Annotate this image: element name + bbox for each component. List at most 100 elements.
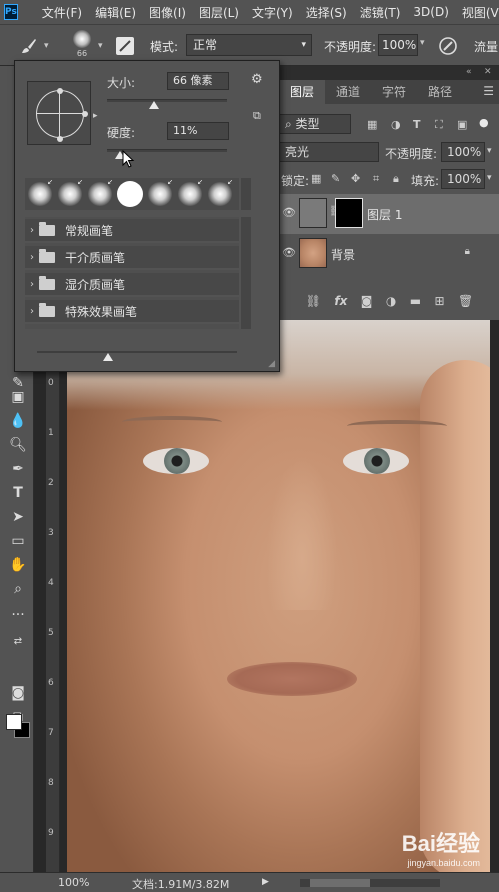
tab-paths[interactable]: 路径 xyxy=(417,80,463,104)
size-slider-track[interactable] xyxy=(107,99,227,102)
menu-file[interactable]: 文件(F) xyxy=(42,4,82,21)
tab-layers[interactable]: 图层 xyxy=(279,80,326,104)
fill-input[interactable]: 100% xyxy=(441,169,485,189)
visibility-eye-icon[interactable]: 👁︎ xyxy=(282,246,296,259)
close-panel-icon[interactable]: ✕ xyxy=(484,67,492,77)
chevron-right-icon[interactable]: › xyxy=(25,252,39,263)
filter-type-icon[interactable]: T xyxy=(413,118,421,131)
new-group-icon[interactable]: ▬ xyxy=(410,294,421,308)
filter-adjustment-icon[interactable]: ◑ xyxy=(391,118,401,131)
tool-preset-dropdown-icon[interactable]: ▾ xyxy=(44,41,49,51)
chevron-right-icon[interactable]: › xyxy=(25,279,39,290)
layer-filter-select[interactable]: ⌕ 类型 xyxy=(279,114,351,134)
new-preset-icon[interactable]: ⧉ xyxy=(253,109,261,123)
layer-opacity-input[interactable]: 100% xyxy=(441,142,485,162)
lock-transparent-icon[interactable]: ▦ xyxy=(311,172,321,185)
scrollbar-thumb[interactable] xyxy=(310,879,370,887)
menu-layer[interactable]: 图层(L) xyxy=(199,4,239,21)
opacity-dropdown-icon[interactable]: ▾ xyxy=(420,38,425,48)
path-selection-icon[interactable]: ➤ xyxy=(9,508,27,526)
hand-tool-icon[interactable]: ✋ xyxy=(9,556,27,574)
resize-grip-icon[interactable]: ◢ xyxy=(268,359,275,369)
brush-folders-scrollbar[interactable] xyxy=(241,217,251,329)
menu-select[interactable]: 选择(S) xyxy=(306,4,347,21)
swap-colors-icon[interactable]: ⇄ xyxy=(9,632,27,650)
filter-shape-icon[interactable]: ⛶ xyxy=(435,118,443,132)
rectangle-tool-icon[interactable]: ▭ xyxy=(9,532,27,550)
blend-mode-select[interactable]: 亮光 xyxy=(279,142,379,162)
lock-position-icon[interactable]: ✥ xyxy=(351,172,360,185)
foreground-color-swatch[interactable] xyxy=(6,714,22,730)
trash-icon[interactable]: 🗑︎ xyxy=(458,294,473,308)
brush-folder-dry-media[interactable]: › 干介质画笔 xyxy=(25,246,239,270)
brush-tip[interactable]: ↙ xyxy=(55,178,85,210)
preview-size-slider-handle[interactable] xyxy=(103,353,113,361)
new-layer-icon[interactable]: ⊞ xyxy=(435,294,445,308)
gradient-tool-icon[interactable]: ▣ xyxy=(9,388,27,406)
layer-row[interactable]: 👁︎ ⛓ 图层 1 xyxy=(279,194,499,234)
pressure-opacity-icon[interactable] xyxy=(438,36,458,56)
adjustment-layer-icon[interactable]: ◑ xyxy=(386,294,396,308)
brush-tip[interactable]: ↙ xyxy=(85,178,115,210)
angle-handle[interactable] xyxy=(82,111,88,117)
menu-type[interactable]: 文字(Y) xyxy=(252,4,293,21)
brush-folder-special-effects[interactable]: › 特殊效果画笔 xyxy=(25,300,239,324)
layer-style-icon[interactable]: fx xyxy=(334,294,347,308)
roundness-handle[interactable] xyxy=(57,88,63,94)
roundness-handle[interactable] xyxy=(57,136,63,142)
brush-tip[interactable]: ↙ xyxy=(145,178,175,210)
brush-tip[interactable] xyxy=(115,178,145,210)
document-size-info[interactable]: 文档:1.91M/3.82M xyxy=(132,876,229,892)
pen-tool-icon[interactable]: ✒ xyxy=(9,460,27,478)
chevron-right-icon[interactable]: › xyxy=(25,225,39,236)
hardness-input[interactable]: 11% xyxy=(167,122,229,140)
link-layers-icon[interactable]: ⛓ xyxy=(306,294,321,308)
quick-mask-icon[interactable]: ◙ xyxy=(9,684,27,702)
layer-row[interactable]: 👁︎ 背景 🔒︎ xyxy=(279,234,499,274)
zoom-tool-icon[interactable]: ⌕ xyxy=(9,580,27,598)
menu-view[interactable]: 视图(V) xyxy=(462,4,499,21)
lock-all-icon[interactable]: 🔒︎ xyxy=(393,172,399,186)
menu-filter[interactable]: 滤镜(T) xyxy=(360,4,401,21)
size-input[interactable]: 66 像素 xyxy=(167,72,229,90)
type-tool-icon[interactable]: T xyxy=(9,484,27,502)
brush-tips-scrollbar[interactable] xyxy=(241,178,251,210)
tab-character[interactable]: 字符 xyxy=(371,80,417,104)
preview-size-slider-track[interactable] xyxy=(37,351,237,353)
layer-name[interactable]: 背景 xyxy=(331,246,355,263)
blur-tool-icon[interactable]: 💧 xyxy=(9,412,27,430)
opacity-input[interactable]: 100% xyxy=(378,34,418,56)
filter-toggle-icon[interactable]: ● xyxy=(479,116,489,129)
brush-settings-panel-icon[interactable] xyxy=(116,37,134,55)
brush-folder-general[interactable]: › 常规画笔 xyxy=(25,219,239,243)
brush-folder-wet-media[interactable]: › 湿介质画笔 xyxy=(25,273,239,297)
collapse-panels-icon[interactable]: « xyxy=(466,67,472,77)
filter-pixel-icon[interactable]: ▦ xyxy=(367,118,377,131)
filter-smart-object-icon[interactable]: ▣ xyxy=(457,118,467,131)
gear-icon[interactable]: ⚙ xyxy=(251,72,263,87)
tab-channels[interactable]: 通道 xyxy=(325,80,371,104)
chevron-right-icon[interactable]: › xyxy=(25,306,39,317)
add-mask-icon[interactable]: ◙ xyxy=(361,294,373,308)
portrait-photo[interactable]: Bai经验 jingyan.baidu.com xyxy=(67,320,490,872)
dodge-tool-icon[interactable]: 🔍︎ xyxy=(9,436,27,454)
brush-tip[interactable]: ↙ xyxy=(175,178,205,210)
brush-picker-dropdown-icon[interactable]: ▾ xyxy=(98,41,103,51)
brush-preset-picker[interactable]: 66 xyxy=(68,30,96,62)
layer-mask-thumbnail[interactable] xyxy=(335,198,363,228)
menu-3d[interactable]: 3D(D) xyxy=(413,5,448,19)
brush-tip[interactable]: ↙ xyxy=(205,178,235,210)
menu-image[interactable]: 图像(I) xyxy=(149,4,186,21)
lock-image-icon[interactable]: ✎ xyxy=(331,172,340,185)
zoom-level[interactable]: 100% xyxy=(58,876,89,889)
layer-name[interactable]: 图层 1 xyxy=(367,206,402,223)
horizontal-scrollbar[interactable] xyxy=(300,879,440,887)
panel-menu-icon[interactable]: ☰ xyxy=(483,84,494,98)
visibility-eye-icon[interactable]: 👁︎ xyxy=(282,206,296,219)
more-tools-icon[interactable]: ··· xyxy=(9,606,27,624)
chevron-down-icon[interactable]: ▾ xyxy=(487,146,492,156)
menu-edit[interactable]: 编辑(E) xyxy=(95,4,136,21)
lock-artboard-icon[interactable]: ⌗ xyxy=(373,172,379,186)
brush-tip[interactable]: ↙ xyxy=(25,178,55,210)
brush-tool-icon[interactable] xyxy=(20,37,38,55)
